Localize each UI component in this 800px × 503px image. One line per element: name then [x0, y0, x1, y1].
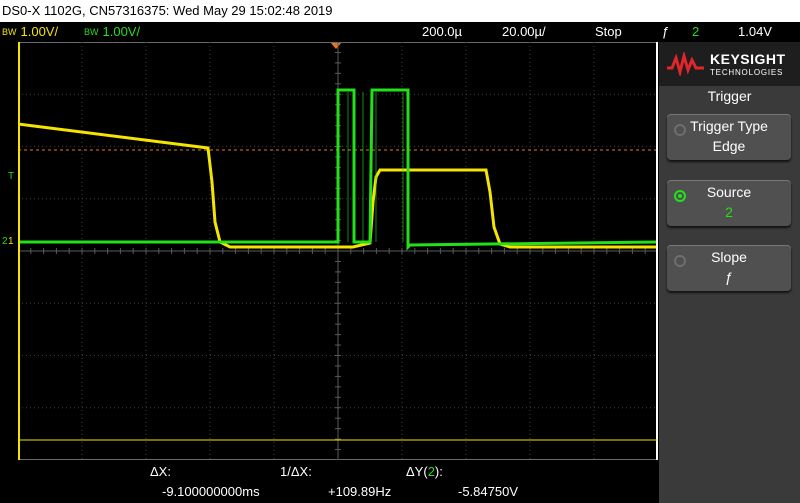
keysight-wave-icon: [667, 52, 704, 76]
softkey-value: Edge: [712, 138, 746, 154]
cursor-readout-bar: ΔX: -9.100000000ms 1/ΔX: +109.89Hz ΔY(2)…: [0, 460, 659, 503]
time-scale[interactable]: 20.00µ/: [502, 22, 546, 42]
run-state: Stop: [595, 24, 622, 39]
ch2-scale-readout[interactable]: BW 1.00V/: [84, 22, 140, 42]
inv-dx-label: 1/ΔX:: [280, 464, 312, 479]
dy-label: ΔY(2):: [406, 464, 443, 479]
trigger-source-readout: 2: [692, 24, 700, 39]
softkey-label: Slope: [711, 249, 747, 265]
softkey-trigger-type[interactable]: Trigger Type Edge: [667, 114, 791, 160]
title-bar: DS0-X 1102G, CN57316375: Wed May 29 15:0…: [0, 0, 800, 22]
logo-brand: KEYSIGHT: [710, 51, 786, 67]
softkey-source[interactable]: Source 2: [667, 180, 791, 226]
dy-label-prefix: ΔY(: [406, 464, 428, 479]
softkey-label: Source: [706, 184, 752, 200]
ch2-trace: [18, 88, 658, 251]
ch2-bw-limit-badge: BW: [84, 27, 99, 37]
ch1-scale: 1.00V/: [20, 24, 59, 39]
logo-sub: TECHNOLOGIES: [710, 68, 784, 77]
softkey-label: Trigger Type: [690, 118, 768, 134]
ch1-bw-limit-badge: BW: [2, 27, 17, 37]
keysight-logo: KEYSIGHT TECHNOLOGIES: [659, 42, 800, 86]
dy-value: -5.84750V: [458, 484, 518, 499]
trigger-edge-icon: ƒ: [662, 24, 670, 39]
ch2-ground-marker[interactable]: 2: [2, 236, 8, 247]
ch2-scale: 1.00V/: [102, 24, 141, 39]
ch1-ground-marker[interactable]: 1: [8, 236, 14, 247]
inv-dx-value: +109.89Hz: [328, 484, 392, 499]
menu-title: Trigger: [707, 88, 752, 104]
status-bar: BW 1.00V/ BW 1.00V/ 200.0µ 20.00µ/ Stop ƒ …: [0, 22, 800, 42]
dy-channel: 2: [427, 464, 435, 479]
title-text: DS0-X 1102G, CN57316375: Wed May 29 15:0…: [2, 3, 333, 18]
dx-label: ΔX:: [150, 464, 171, 479]
softkey-panel: KEYSIGHT TECHNOLOGIES Trigger Trigger Ty…: [659, 42, 800, 503]
softkey-value: ƒ: [725, 269, 733, 285]
trigger-level-marker: T: [8, 171, 15, 182]
dy-label-suffix: ):: [434, 464, 443, 479]
softkey-value: 2: [725, 204, 733, 220]
ch1-scale-readout[interactable]: BW 1.00V/: [2, 22, 58, 42]
waveform-display[interactable]: [18, 42, 658, 460]
softkey-slope[interactable]: Slope ƒ: [667, 245, 791, 291]
time-delay[interactable]: 200.0µ: [422, 22, 462, 42]
dx-value: -9.100000000ms: [162, 484, 260, 499]
trigger-level-readout: 1.04V: [738, 24, 772, 39]
